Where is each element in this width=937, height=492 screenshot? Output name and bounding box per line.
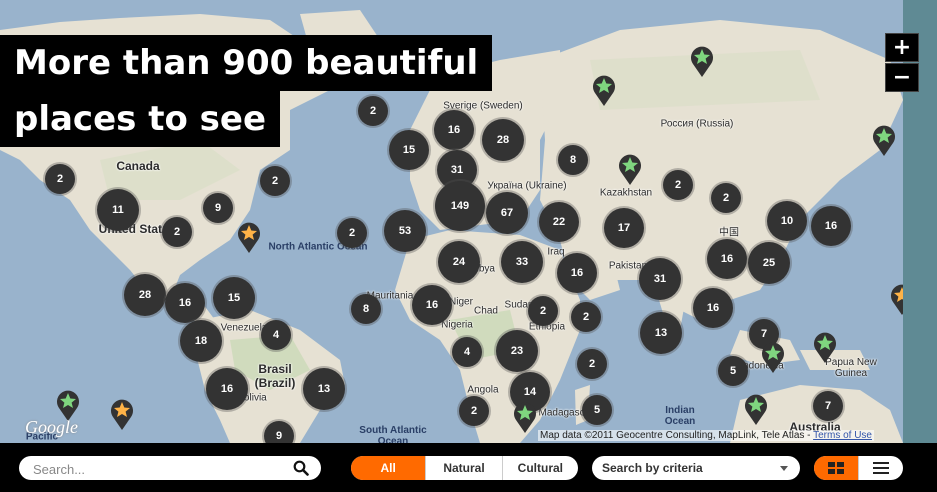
place-cluster[interactable]: 2 [571, 302, 601, 332]
map-label: Kazakhstan [599, 187, 653, 199]
map-label: Niger [449, 296, 473, 308]
place-cluster[interactable]: 11 [97, 189, 139, 231]
place-cluster[interactable]: 2 [459, 396, 489, 426]
place-cluster[interactable]: 25 [748, 242, 790, 284]
place-cluster[interactable]: 16 [412, 285, 452, 325]
map-label: Iraq [547, 246, 565, 258]
place-cluster[interactable]: 67 [486, 192, 528, 234]
place-cluster[interactable]: 4 [452, 337, 482, 367]
map-attribution: Map data ©2011 Geocentre Consulting, Map… [538, 430, 874, 441]
place-cluster[interactable]: 16 [165, 283, 205, 323]
list-view-button[interactable] [857, 456, 904, 480]
map-label: Россия (Russia) [660, 118, 734, 130]
type-filter-group: All Natural Cultural [351, 456, 578, 480]
criteria-select-label: Search by criteria [602, 461, 703, 475]
place-cluster[interactable]: 5 [718, 356, 748, 386]
search-box [19, 456, 321, 480]
map-label: 中国 [719, 227, 739, 239]
terms-of-use-link[interactable]: Terms of Use [813, 430, 872, 441]
headline-line-1: More than 900 beautiful [0, 35, 493, 91]
place-cluster[interactable]: 16 [693, 288, 733, 328]
place-cluster[interactable]: 16 [434, 110, 474, 150]
place-cluster[interactable]: 149 [435, 181, 485, 231]
place-cluster[interactable]: 15 [213, 277, 255, 319]
zoom-in-button[interactable]: + [885, 33, 919, 62]
map-label: Angola [467, 384, 499, 396]
search-input[interactable] [31, 459, 295, 479]
place-cluster[interactable]: 5 [582, 395, 612, 425]
view-toggle-group [814, 456, 903, 480]
list-icon [872, 462, 889, 474]
green-star-pin-icon[interactable] [760, 340, 786, 374]
green-star-pin-icon[interactable] [591, 73, 617, 107]
place-cluster[interactable]: 28 [124, 274, 166, 316]
place-cluster[interactable]: 53 [384, 210, 426, 252]
place-cluster[interactable]: 31 [639, 258, 681, 300]
green-star-pin-icon[interactable] [812, 330, 838, 364]
map-label: Chad [474, 305, 498, 317]
place-cluster[interactable]: 22 [539, 202, 579, 242]
place-cluster[interactable]: 2 [577, 349, 607, 379]
zoom-out-button[interactable]: − [885, 63, 919, 92]
filter-all-button[interactable]: All [351, 456, 426, 480]
place-cluster[interactable]: 10 [767, 201, 807, 241]
green-star-pin-icon[interactable] [617, 152, 643, 186]
place-cluster[interactable]: 4 [261, 320, 291, 350]
chevron-down-icon [780, 466, 788, 471]
place-cluster[interactable]: 16 [811, 206, 851, 246]
place-cluster[interactable]: 23 [496, 330, 538, 372]
map-label: Canada [116, 159, 160, 173]
map-label: Indian Ocean [664, 405, 696, 427]
grid-view-button[interactable] [814, 456, 858, 480]
place-cluster[interactable]: 24 [438, 241, 480, 283]
place-cluster[interactable]: 33 [501, 241, 543, 283]
place-cluster[interactable]: 7 [813, 391, 843, 421]
map-label: Україна (Ukraine) [487, 180, 567, 192]
place-cluster[interactable]: 13 [640, 312, 682, 354]
place-cluster[interactable]: 13 [303, 368, 345, 410]
orange-star-pin-icon[interactable] [236, 220, 262, 254]
place-cluster[interactable]: 16 [206, 368, 248, 410]
place-cluster[interactable]: 2 [337, 218, 367, 248]
place-cluster[interactable]: 28 [482, 119, 524, 161]
filter-cultural-button[interactable]: Cultural [501, 456, 578, 480]
google-logo[interactable]: Google [25, 417, 78, 438]
grid-icon [827, 462, 844, 474]
place-cluster[interactable]: 17 [604, 208, 644, 248]
place-cluster[interactable]: 16 [707, 239, 747, 279]
place-cluster[interactable]: 9 [203, 193, 233, 223]
place-cluster[interactable]: 8 [558, 145, 588, 175]
search-icon[interactable] [293, 460, 309, 476]
place-cluster[interactable]: 18 [180, 320, 222, 362]
place-cluster[interactable]: 16 [557, 253, 597, 293]
place-cluster[interactable]: 2 [528, 296, 558, 326]
green-star-pin-icon[interactable] [871, 123, 897, 157]
place-cluster[interactable]: 2 [260, 166, 290, 196]
place-cluster[interactable]: 2 [45, 164, 75, 194]
place-cluster[interactable]: 2 [711, 183, 741, 213]
place-cluster[interactable]: 2 [358, 96, 388, 126]
green-star-pin-icon[interactable] [512, 400, 538, 434]
map-label: Brasil (Brazil) [254, 362, 296, 390]
map-label: South Atlantic Ocean [359, 425, 427, 443]
headline-line-2: places to see [0, 91, 281, 147]
orange-star-pin-icon[interactable] [109, 397, 135, 431]
place-cluster[interactable]: 15 [389, 130, 429, 170]
place-cluster[interactable]: 9 [264, 421, 294, 443]
map-label: Nigeria [441, 319, 473, 331]
place-cluster[interactable]: 2 [663, 170, 693, 200]
place-cluster[interactable]: 8 [351, 294, 381, 324]
green-star-pin-icon[interactable] [689, 44, 715, 78]
criteria-select[interactable]: Search by criteria [592, 456, 800, 480]
place-cluster[interactable]: 2 [162, 217, 192, 247]
filter-natural-button[interactable]: Natural [425, 456, 501, 480]
green-star-pin-icon[interactable] [743, 392, 769, 426]
